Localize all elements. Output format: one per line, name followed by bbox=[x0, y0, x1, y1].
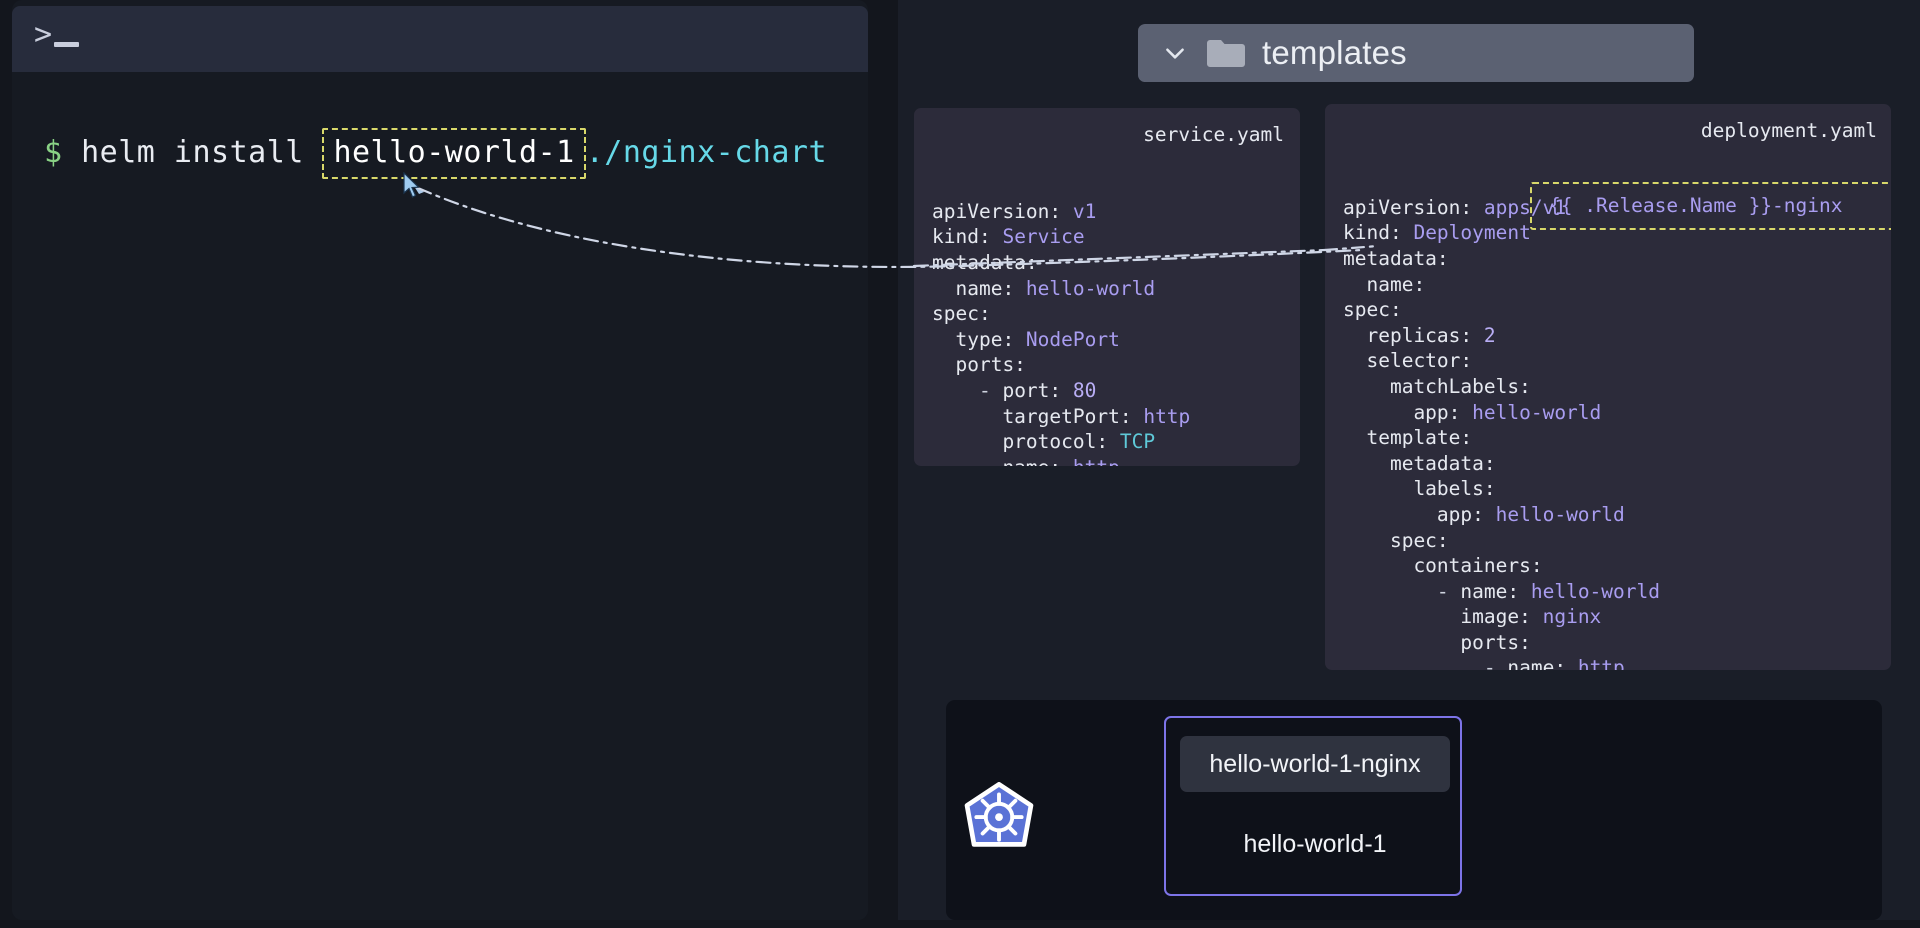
templates-folder-header[interactable]: templates bbox=[1138, 24, 1694, 82]
release-group-box: hello-world-1-nginx hello-world-1 bbox=[1164, 716, 1462, 896]
terminal-command-line: $ helm install hello-world-1 ./nginx-char… bbox=[44, 128, 827, 179]
release-name-highlight[interactable]: hello-world-1 bbox=[322, 128, 586, 179]
yaml-content-service: apiVersion: v1 kind: Service metadata: n… bbox=[932, 199, 1191, 466]
command-program: helm install bbox=[81, 135, 304, 170]
shell-prompt-symbol: $ bbox=[44, 135, 63, 170]
yaml-filename-service: service.yaml bbox=[1143, 123, 1284, 146]
terminal-body[interactable]: $ helm install hello-world-1 ./nginx-char… bbox=[12, 72, 868, 920]
prompt-chevron-icon: > bbox=[34, 20, 88, 64]
folder-name-label: templates bbox=[1262, 34, 1407, 71]
terminal-titlebar: > bbox=[12, 6, 868, 72]
yaml-card-service: service.yaml apiVersion: v1 kind: Servic… bbox=[914, 108, 1300, 466]
screenshot-root: > $ helm install hello-world-1 ./nginx-ch… bbox=[0, 0, 1920, 928]
terminal-panel: > $ helm install hello-world-1 ./nginx-ch… bbox=[12, 0, 868, 920]
yaml-content-deployment: apiVersion: apps/v1 kind: Deployment met… bbox=[1343, 195, 1660, 670]
command-chart-path: ./nginx-chart bbox=[585, 135, 828, 170]
kubernetes-result-panel: hello-world-1-nginx hello-world-1 bbox=[946, 700, 1882, 920]
yaml-card-deployment: deployment.yaml apiVersion: apps/v1 kind… bbox=[1325, 104, 1891, 670]
yaml-filename-deployment: deployment.yaml bbox=[1700, 119, 1877, 142]
template-expression-text: {{ .Release.Name }}-nginx bbox=[1549, 194, 1843, 217]
deployment-resource-chip[interactable]: hello-world-1-nginx bbox=[1180, 736, 1450, 792]
chevron-down-icon[interactable] bbox=[1160, 38, 1190, 68]
kubernetes-logo-icon bbox=[964, 782, 1034, 847]
folder-icon bbox=[1206, 38, 1246, 68]
release-name-label: hello-world-1 bbox=[1243, 830, 1387, 858]
mouse-cursor-icon bbox=[403, 172, 420, 198]
